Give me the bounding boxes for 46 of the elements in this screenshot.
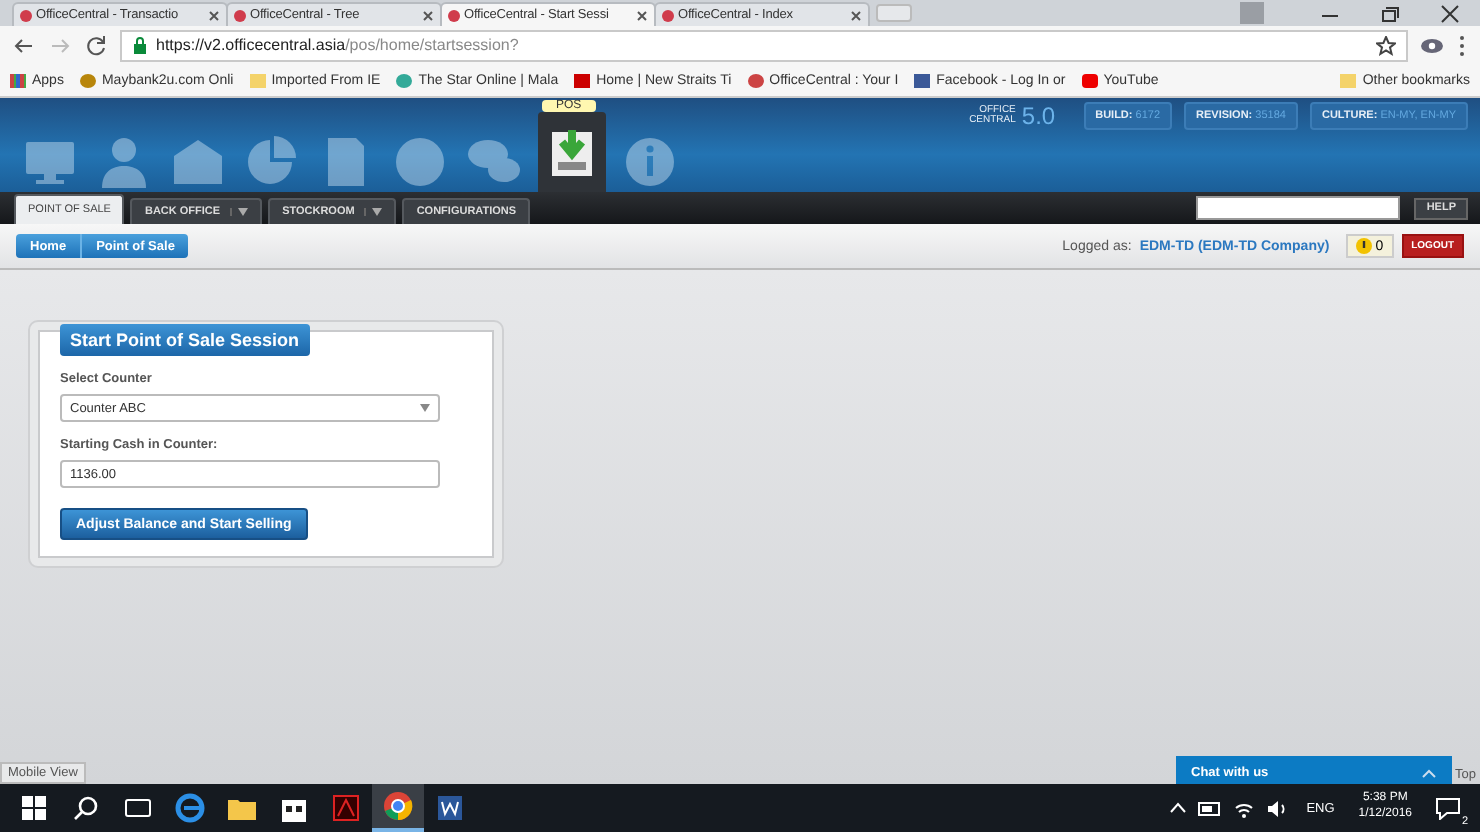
bookmark-icon (747, 73, 764, 87)
caret-icon[interactable] (1170, 802, 1187, 814)
bookmark-icon (10, 73, 26, 87)
close-icon[interactable] (850, 9, 862, 21)
lock-icon (132, 36, 148, 54)
chrome-app-button[interactable] (372, 784, 424, 832)
eye-icon[interactable] (1420, 35, 1444, 55)
folder-icon (1340, 73, 1357, 87)
address-bar[interactable]: https://v2.officecentral.asia/pos/home/startsession? (120, 29, 1408, 61)
back-icon[interactable] (12, 35, 36, 55)
bookmark-icon (1081, 73, 1098, 87)
chrome-icon (382, 790, 414, 822)
panel-title: Start Point of Sale Session (60, 324, 310, 356)
chevron-up-icon (1421, 767, 1436, 777)
menu-icon[interactable] (1456, 33, 1468, 57)
notification-icon (1436, 797, 1460, 819)
battery-icon[interactable] (1198, 801, 1223, 815)
bookmark-icon (79, 73, 96, 87)
search-icon[interactable] (74, 796, 98, 820)
dropdown-icon[interactable] (364, 208, 383, 216)
close-icon[interactable] (636, 9, 648, 21)
search-field[interactable] (1196, 196, 1401, 220)
bookmark-icon (396, 73, 413, 87)
edge-icon (174, 792, 206, 824)
warning-icon (1355, 238, 1372, 254)
close-icon[interactable] (1438, 3, 1462, 23)
close-icon[interactable] (422, 9, 434, 21)
wifi-icon[interactable] (1234, 799, 1255, 817)
dropdown-icon[interactable] (230, 208, 249, 216)
favicon-icon (448, 9, 460, 21)
favicon-icon (662, 9, 674, 21)
bookmark-icon (574, 73, 591, 87)
favicon-icon (20, 9, 32, 21)
bookmark-icon (914, 73, 931, 87)
windows-icon[interactable] (22, 796, 46, 820)
volume-icon[interactable] (1266, 799, 1289, 817)
restore-icon[interactable] (1378, 3, 1402, 23)
bookmark-star-icon[interactable] (1376, 35, 1396, 55)
reload-icon[interactable] (84, 33, 108, 57)
favicon-icon (234, 9, 246, 21)
caret-icon (420, 404, 430, 412)
pdf-icon (330, 792, 362, 824)
info-icon (620, 132, 680, 192)
word-icon (434, 792, 466, 824)
close-icon[interactable] (208, 9, 220, 21)
bookmark-icon (249, 73, 266, 87)
